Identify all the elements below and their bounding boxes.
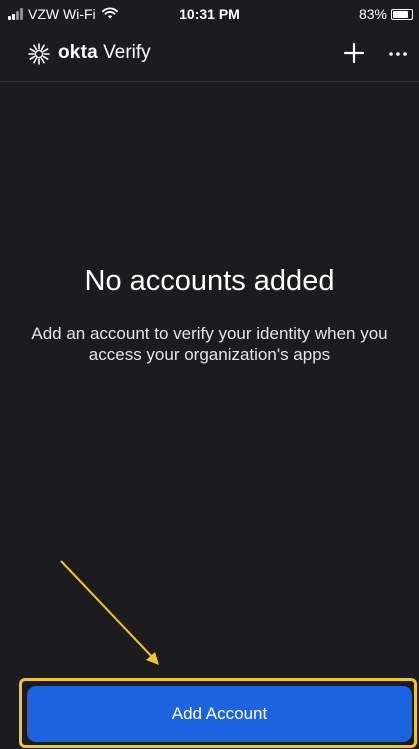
app-header: okta Verify — [0, 28, 419, 82]
plus-icon[interactable] — [341, 40, 367, 66]
sunburst-ray — [33, 57, 38, 64]
sunburst-ray — [29, 48, 36, 53]
logo-product: Verify — [103, 42, 151, 63]
app-logo: okta Verify — [58, 42, 151, 64]
sunburst-ray — [29, 55, 36, 60]
battery-percent: 83% — [358, 6, 387, 22]
sunburst-ray — [42, 55, 49, 60]
battery-icon — [391, 8, 413, 20]
add-account-button[interactable]: Add Account — [27, 686, 412, 742]
status-right: 83% — [359, 6, 413, 22]
sunburst-ray — [42, 48, 49, 53]
okta-sunburst-icon — [28, 43, 50, 65]
sunburst-ray — [40, 57, 45, 64]
sunburst-ray — [40, 44, 45, 51]
battery-level-fill — [393, 10, 408, 18]
sunburst-ray — [33, 44, 38, 51]
accounts-empty-state: No accounts added Add an account to veri… — [0, 82, 419, 668]
ellipsis-icon[interactable] — [385, 40, 411, 66]
empty-state-title: No accounts added — [84, 265, 335, 297]
logo-brand: okta — [58, 42, 98, 63]
status-time: 10:31 PM — [179, 6, 240, 22]
status-bar: VZW Wi-Fi 10:31 PM 83% — [0, 0, 419, 28]
empty-state-description: Add an account to verify your identity w… — [31, 324, 388, 364]
